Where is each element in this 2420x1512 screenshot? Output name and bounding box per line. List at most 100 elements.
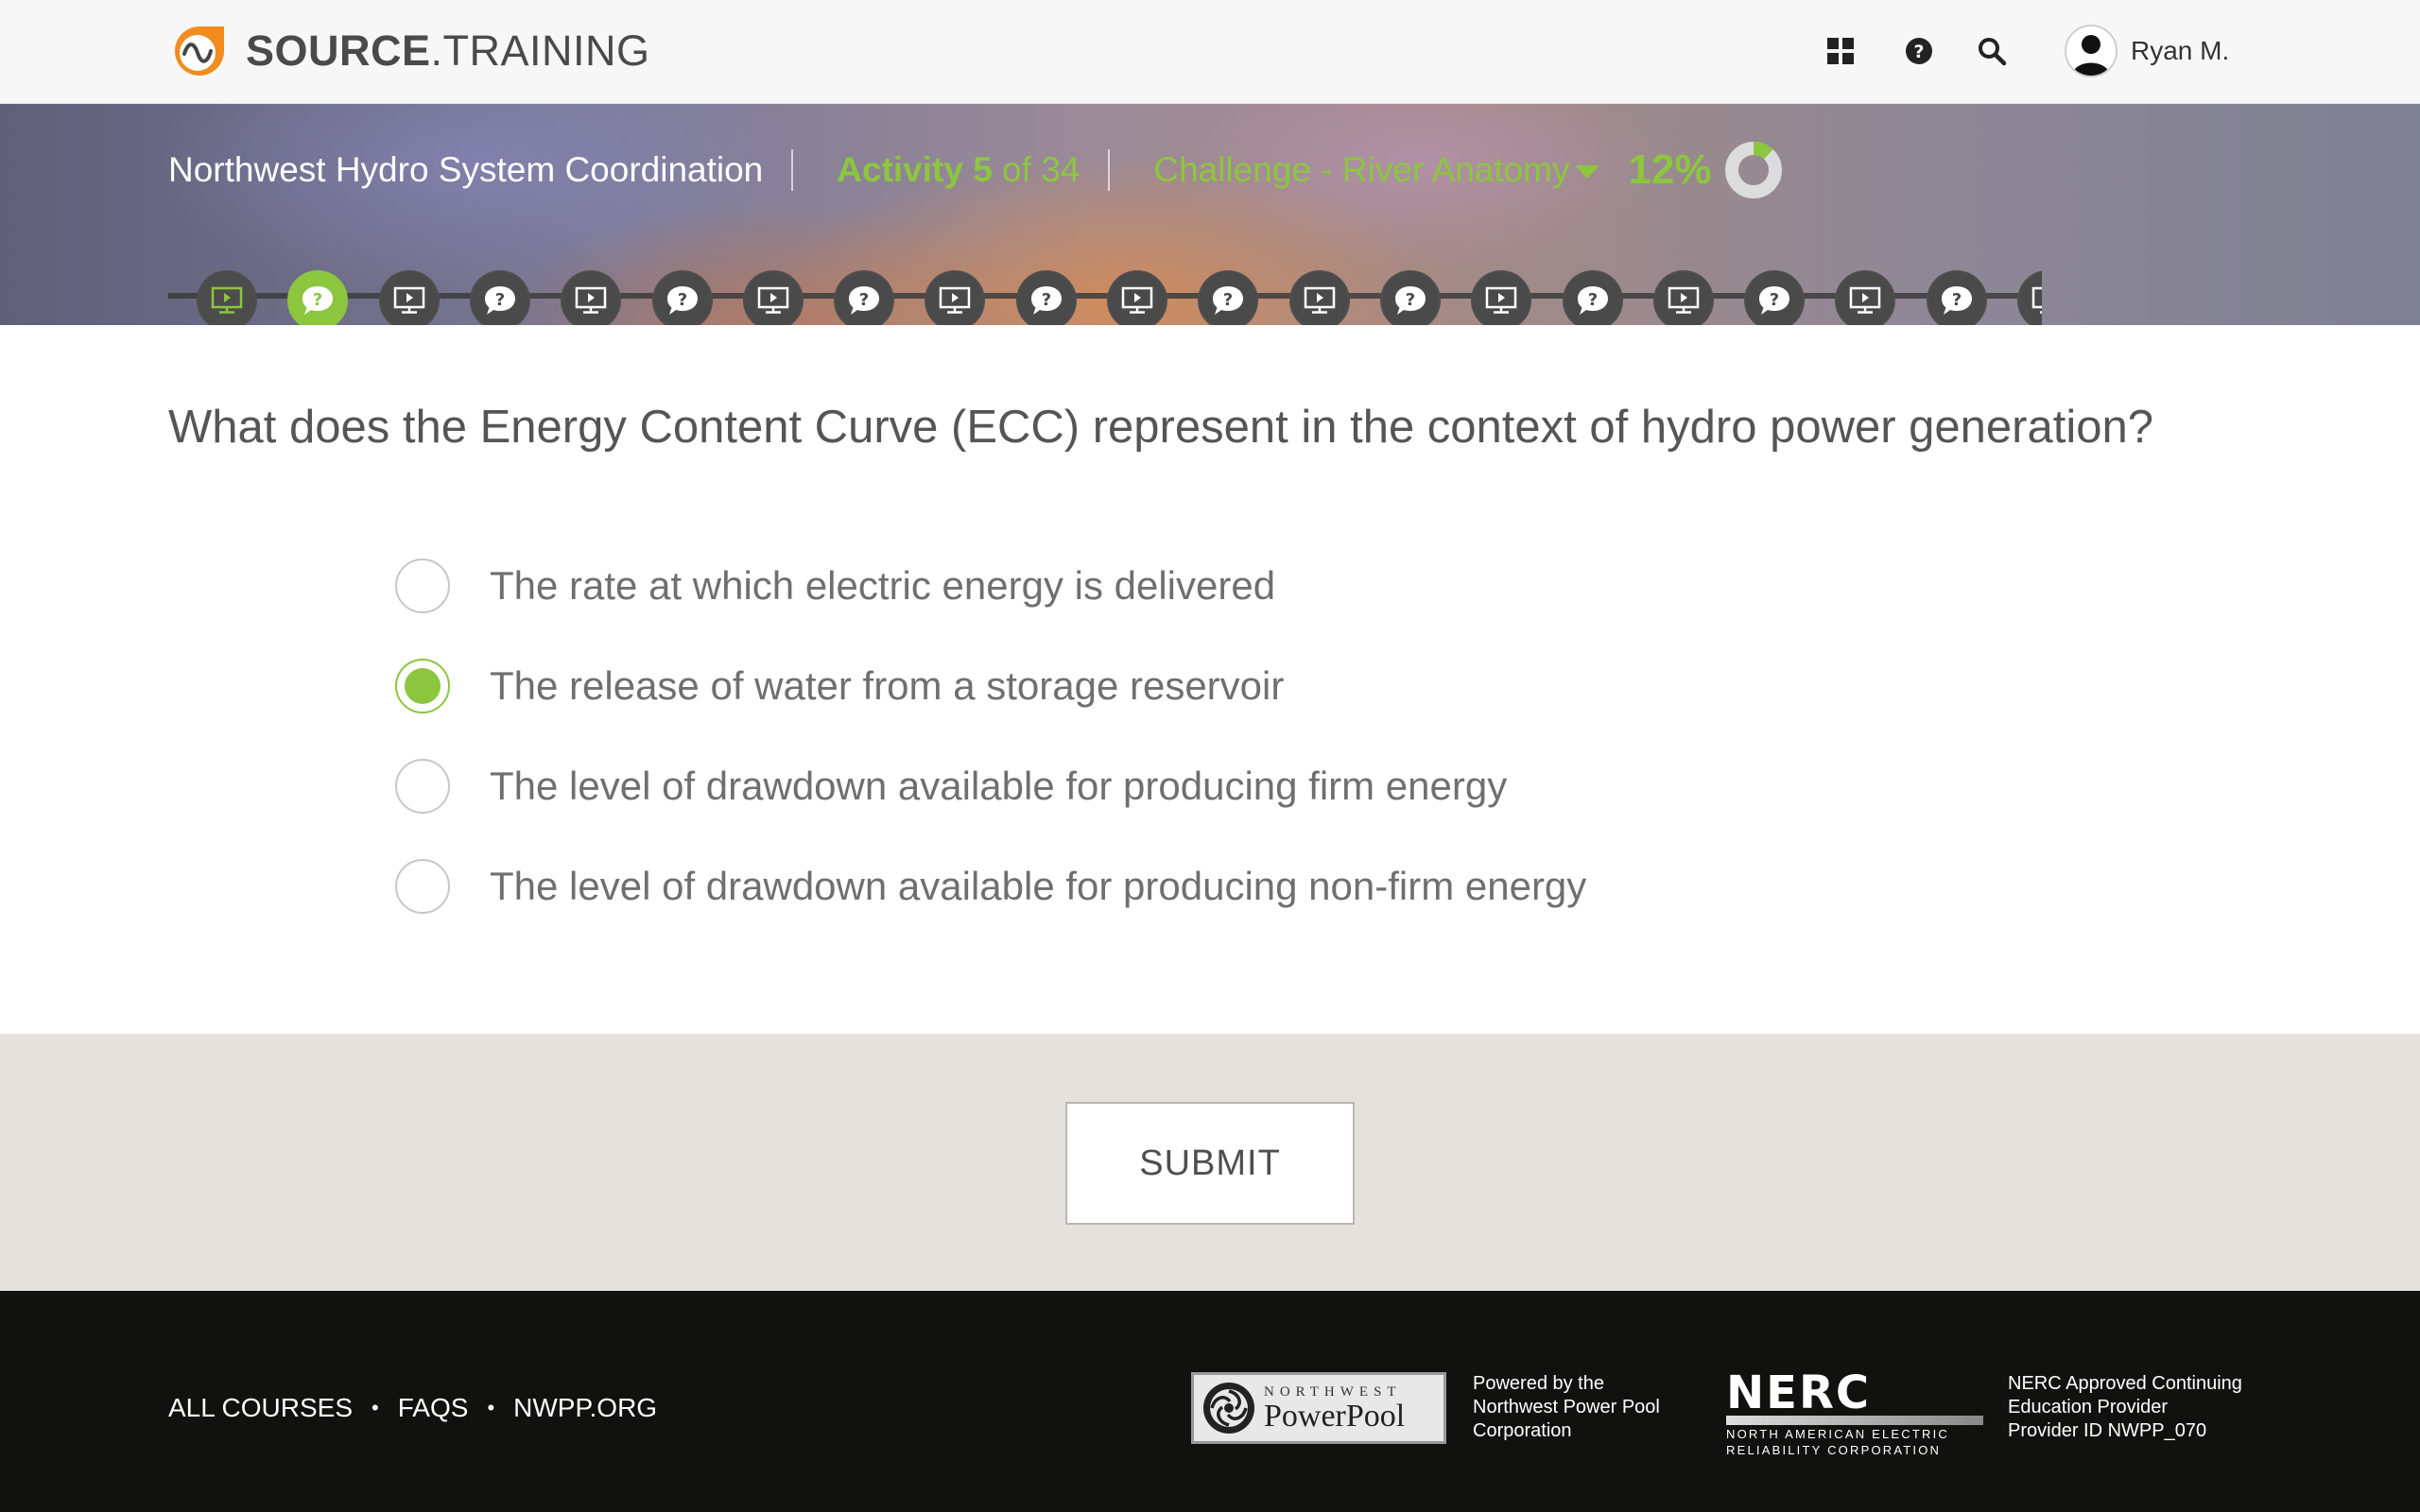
svg-text:?: ? xyxy=(1223,290,1233,310)
question-bubble-icon: ? xyxy=(1030,286,1062,315)
activity-step-question[interactable]: ? xyxy=(1015,270,1077,325)
footer-links: ALL COURSES • FAQS • NWPP.ORG xyxy=(168,1393,657,1423)
activity-step-question[interactable]: ? xyxy=(1744,270,1806,325)
nerc-credit: NERC Approved Continuing Education Provi… xyxy=(2008,1372,2291,1443)
submit-button[interactable]: SUBMIT xyxy=(1065,1102,1355,1225)
svg-text:?: ? xyxy=(313,290,322,310)
footer-link-faqs[interactable]: FAQS xyxy=(398,1393,469,1423)
question-bubble-icon: ? xyxy=(302,286,334,315)
bullet-separator: • xyxy=(487,1396,495,1419)
answer-option[interactable]: The level of drawdown available for prod… xyxy=(395,858,1586,915)
video-icon xyxy=(1485,286,1517,314)
activity-step-video[interactable] xyxy=(378,270,440,325)
activity-step-video[interactable] xyxy=(1652,270,1714,325)
question-bubble-icon: ? xyxy=(484,286,515,315)
help-icon[interactable]: ? xyxy=(1900,32,1938,70)
logo-text: SOURCE.TRAINING xyxy=(246,26,650,76)
activity-step-video[interactable] xyxy=(1107,270,1167,325)
question-bubble-icon: ? xyxy=(1213,286,1244,315)
npp-credit-line: Corporation xyxy=(1473,1420,1572,1441)
video-icon xyxy=(1304,286,1335,314)
svg-text:?: ? xyxy=(1951,290,1961,310)
nerc-logo-sub: NORTH AMERICAN ELECTRIC xyxy=(1726,1427,1949,1441)
nerc-credit-line: Education Provider xyxy=(2008,1397,2168,1418)
answer-option-label: The rate at which electric energy is del… xyxy=(490,563,1276,608)
answer-option-label: The level of drawdown available for prod… xyxy=(490,864,1587,908)
activity-step-video[interactable] xyxy=(1835,270,1896,325)
activity-step-question[interactable]: ? xyxy=(1198,270,1259,325)
npp-credit-line: Northwest Power Pool xyxy=(1473,1397,1660,1418)
question-bubble-icon: ? xyxy=(666,286,698,315)
video-icon xyxy=(393,286,424,314)
nerc-logo-big: NERC xyxy=(1726,1366,1872,1419)
top-header: SOURCE.TRAINING ? Ryan M. xyxy=(0,0,2420,104)
activity-step-question[interactable]: ? xyxy=(834,270,895,325)
activity-step-question[interactable]: ? xyxy=(1926,270,1987,325)
bullet-separator: • xyxy=(372,1396,379,1419)
video-icon xyxy=(211,286,243,314)
activity-step-question[interactable]: ? xyxy=(469,270,530,325)
nerc-credit-line: NERC Approved Continuing xyxy=(2008,1373,2242,1394)
activity-step-question[interactable]: ? xyxy=(287,270,349,325)
northwest-powerpool-logo[interactable]: NORTHWEST PowerPool xyxy=(1191,1372,1446,1444)
svg-text:?: ? xyxy=(495,290,505,310)
activity-step-question[interactable]: ? xyxy=(1562,270,1623,325)
video-icon xyxy=(757,286,789,314)
npp-logo-small: NORTHWEST xyxy=(1264,1383,1402,1400)
question-text: What does the Energy Content Curve (ECC)… xyxy=(168,402,2153,453)
activity-step-question[interactable]: ? xyxy=(1379,270,1441,325)
npp-credit-line: Powered by the xyxy=(1473,1373,1604,1394)
activity-stepper: ?????????? xyxy=(0,104,2042,325)
answer-option[interactable]: The rate at which electric energy is del… xyxy=(395,558,1275,614)
radio-button[interactable] xyxy=(395,558,450,613)
source-logo-icon xyxy=(168,23,231,79)
npp-credit: Powered by the Northwest Power Pool Corp… xyxy=(1473,1372,1690,1443)
video-icon xyxy=(1668,286,1700,314)
video-icon xyxy=(940,286,971,314)
footer: ALL COURSES • FAQS • NWPP.ORG NORTHWEST … xyxy=(0,1291,2420,1512)
svg-text:?: ? xyxy=(1587,290,1597,310)
answer-option-label: The release of water from a storage rese… xyxy=(490,663,1285,708)
powerpool-swirl-icon xyxy=(1203,1383,1254,1434)
radio-button[interactable] xyxy=(395,659,450,713)
footer-link-nwpp[interactable]: NWPP.ORG xyxy=(513,1393,657,1423)
activity-step-video[interactable] xyxy=(742,270,804,325)
video-icon xyxy=(1121,286,1153,314)
activity-step-video[interactable] xyxy=(2017,270,2042,325)
svg-text:?: ? xyxy=(1770,290,1779,310)
radio-button[interactable] xyxy=(395,859,450,914)
avatar xyxy=(2065,25,2118,77)
npp-logo-big: PowerPool xyxy=(1264,1398,1406,1434)
question-bubble-icon: ? xyxy=(1759,286,1790,315)
svg-text:?: ? xyxy=(677,290,686,310)
answer-option[interactable]: The release of water from a storage rese… xyxy=(395,658,1284,714)
nerc-logo[interactable]: NERC NORTH AMERICAN ELECTRIC RELIABILITY… xyxy=(1726,1366,1983,1457)
nerc-credit-line: Provider ID NWPP_070 xyxy=(2008,1420,2207,1441)
activity-step-video[interactable] xyxy=(561,270,622,325)
activity-step-question[interactable]: ? xyxy=(651,270,713,325)
question-bubble-icon: ? xyxy=(849,286,880,315)
nerc-logo-sub: RELIABILITY CORPORATION xyxy=(1726,1443,1942,1457)
grid-icon[interactable] xyxy=(1822,32,1859,70)
user-menu[interactable]: Ryan M. xyxy=(2065,23,2229,79)
radio-button[interactable] xyxy=(395,759,450,814)
course-banner: Northwest Hydro System Coordination Acti… xyxy=(0,104,2420,325)
footer-link-all-courses[interactable]: ALL COURSES xyxy=(168,1393,353,1423)
video-icon xyxy=(575,286,607,314)
video-icon xyxy=(2031,286,2042,314)
answer-option[interactable]: The level of drawdown available for prod… xyxy=(395,758,1507,815)
svg-text:?: ? xyxy=(1406,290,1415,310)
video-icon xyxy=(1850,286,1881,314)
activity-step-video[interactable] xyxy=(1471,270,1532,325)
svg-text:?: ? xyxy=(859,290,869,310)
logo-bold: SOURCE xyxy=(246,26,431,75)
question-bubble-icon: ? xyxy=(1394,286,1426,315)
activity-step-video[interactable] xyxy=(1288,270,1350,325)
search-icon[interactable] xyxy=(1973,32,2011,70)
question-bubble-icon: ? xyxy=(1941,286,1972,315)
answer-option-label: The level of drawdown available for prod… xyxy=(490,764,1508,808)
activity-step-video[interactable] xyxy=(197,270,257,325)
user-name: Ryan M. xyxy=(2131,36,2230,65)
activity-step-video[interactable] xyxy=(925,270,986,325)
source-training-logo[interactable]: SOURCE.TRAINING xyxy=(168,21,650,81)
